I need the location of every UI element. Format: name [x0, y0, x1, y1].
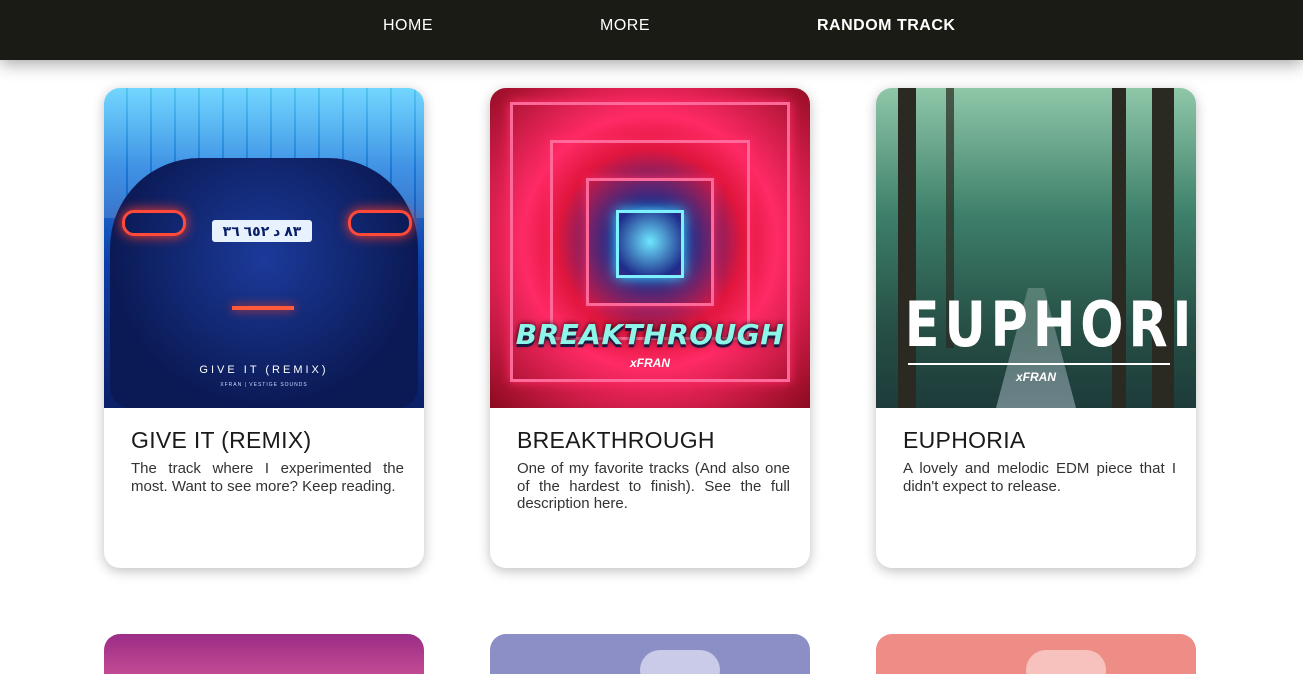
- nav-home-link[interactable]: HOME: [383, 17, 433, 35]
- track-cover-image[interactable]: ٨٣ د ٦٥٢ ٣٦ GIVE IT (REMIX) XFRAN | VEST…: [104, 88, 424, 408]
- cover-light-bar: [232, 306, 294, 310]
- cover-caption: EUPHORIA: [904, 288, 1196, 361]
- track-cover-image[interactable]: BREAKTHROUGH xFRAN: [490, 88, 810, 408]
- cover-subcaption: XFRAN | VESTIGE SOUNDS: [220, 382, 308, 388]
- track-card-peek[interactable]: [876, 634, 1196, 674]
- track-card-give-it-remix[interactable]: ٨٣ د ٦٥٢ ٣٦ GIVE IT (REMIX) XFRAN | VEST…: [104, 88, 424, 568]
- top-navbar: HOME MORE RANDOM TRACK: [0, 0, 1303, 60]
- cover-caption: BREAKTHROUGH: [515, 318, 785, 351]
- track-card-peek[interactable]: [104, 634, 424, 674]
- track-description: One of my favorite tracks (And also one …: [517, 460, 790, 512]
- nav-random-track-link[interactable]: RANDOM TRACK: [817, 17, 955, 35]
- cover-taillight-left: [122, 210, 186, 236]
- track-title: BREAKTHROUGH: [517, 427, 715, 453]
- cover-artist-tag: xFRAN: [629, 356, 670, 370]
- cover-tunnel-core: [616, 210, 684, 278]
- nav-more-link[interactable]: MORE: [600, 17, 650, 35]
- cover-cloud-shape: [1026, 650, 1106, 674]
- cover-artist-tag: xFRAN: [1015, 370, 1056, 384]
- cover-taillight-right: [348, 210, 412, 236]
- track-card-euphoria[interactable]: EUPHORIA xFRAN EUPHORIA A lovely and mel…: [876, 88, 1196, 568]
- track-title: EUPHORIA: [903, 427, 1026, 453]
- track-card-breakthrough[interactable]: BREAKTHROUGH xFRAN BREAKTHROUGH One of m…: [490, 88, 810, 568]
- cover-cloud-shape: [640, 650, 720, 674]
- track-description: The track where I experimented the most.…: [131, 460, 404, 495]
- track-description: A lovely and melodic EDM piece that I di…: [903, 460, 1176, 495]
- track-title: GIVE IT (REMIX): [131, 427, 312, 453]
- track-card-peek[interactable]: [490, 634, 810, 674]
- track-cover-image[interactable]: EUPHORIA xFRAN: [876, 88, 1196, 408]
- cover-underline: [908, 363, 1170, 365]
- cover-license-plate: ٨٣ د ٦٥٢ ٣٦: [212, 220, 312, 242]
- cover-caption: GIVE IT (REMIX): [199, 364, 329, 376]
